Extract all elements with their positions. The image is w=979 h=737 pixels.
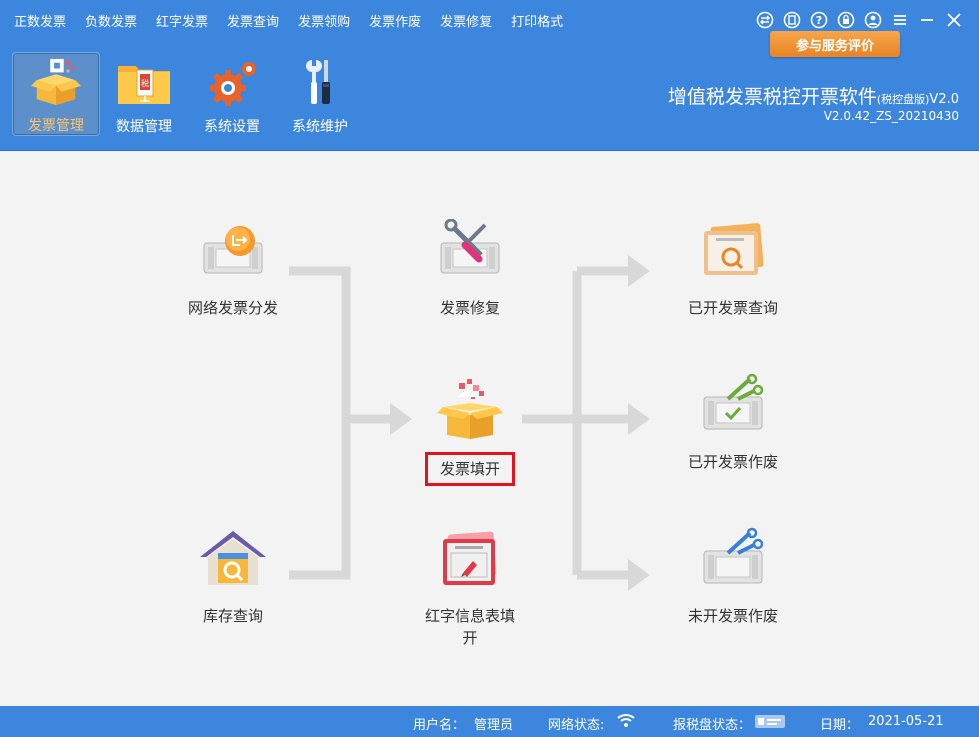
wifi-icon (616, 712, 636, 732)
menu-negative-invoice[interactable]: 负数发票 (85, 11, 137, 30)
menu-bar: 正数发票 负数发票 红字发票 发票查询 发票领购 发票作废 发票修复 打印格式 (0, 0, 582, 40)
node-label: 发票填开 (424, 452, 515, 486)
status-tax-disk-label: 报税盘状态： (673, 718, 752, 733)
switch-icon[interactable] (754, 9, 776, 31)
node-issued-invoice-void[interactable]: 已开发票作废 (663, 373, 803, 473)
app-title: 增值税发票税控开票软件(税控盘版)V2.0 (668, 82, 959, 109)
tool-system-maintenance[interactable]: 系统维护 (276, 52, 364, 136)
status-bar: 用户名： 管理员 网络状态: 报税盘状态： 日期： 2021-05-21 (0, 706, 979, 737)
node-red-info-form[interactable]: 红字信息表填开 (400, 527, 540, 649)
arrow-head-top (628, 255, 650, 287)
tool-data-management[interactable]: 税 数据管理 (100, 52, 188, 136)
tax-disk-icon (754, 712, 786, 734)
warehouse-search-icon (200, 531, 266, 585)
gears-icon (210, 62, 256, 106)
window-controls: ? (749, 9, 965, 31)
node-invoice-repair[interactable]: 发票修复 (400, 219, 540, 319)
status-user-value: 管理员 (474, 718, 514, 733)
invoice-box-icon (31, 58, 81, 106)
tool-label: 发票管理 (28, 118, 84, 134)
node-label: 未开发票作废 (687, 607, 778, 625)
svg-text:?: ? (816, 14, 822, 27)
help-icon[interactable]: ? (808, 9, 830, 31)
node-label: 网络发票分发 (187, 299, 278, 317)
app-version: V2.0.42_ZS_20210430 (823, 109, 959, 123)
menu-invoice-void[interactable]: 发票作废 (369, 11, 421, 30)
tool-label: 系统设置 (204, 119, 260, 135)
red-form-icon (443, 531, 497, 585)
data-folder-icon: 税 (118, 66, 170, 104)
node-invoice-fill[interactable]: 发票填开 (400, 377, 540, 486)
node-inventory-query[interactable]: 库存查询 (163, 527, 303, 627)
tools-icon (306, 60, 330, 104)
app-title-main: 增值税发票税控开票软件 (667, 86, 877, 108)
arrow-head-middle (628, 403, 650, 435)
app-title-edition: (税控盘版) (876, 93, 930, 106)
app-title-suffix: V2.0 (929, 92, 959, 107)
user-icon[interactable] (862, 9, 884, 31)
node-label: 发票修复 (439, 299, 500, 317)
menu-invoice-purchase[interactable]: 发票领购 (298, 11, 350, 30)
node-unissued-invoice-void[interactable]: 未开发票作废 (663, 527, 803, 627)
invoice-scissors-blue-icon (703, 527, 764, 584)
menu-icon[interactable] (889, 9, 911, 31)
node-issued-invoice-query[interactable]: 已开发票查询 (663, 219, 803, 319)
svg-text:税: 税 (141, 78, 149, 88)
header: 正数发票 负数发票 红字发票 发票查询 发票领购 发票作废 发票修复 打印格式 … (0, 0, 979, 151)
node-label: 已开发票作废 (687, 453, 778, 471)
status-network-label: 网络状态: (548, 718, 605, 733)
network-dispatch-icon (203, 226, 263, 274)
invoice-box-icon (437, 379, 503, 439)
status-date-label: 日期： (820, 718, 860, 733)
close-icon[interactable] (943, 9, 965, 31)
menu-print-format[interactable]: 打印格式 (511, 11, 563, 30)
menu-red-invoice[interactable]: 红字发票 (156, 11, 208, 30)
menu-positive-invoice[interactable]: 正数发票 (14, 11, 66, 30)
node-label: 已开发票查询 (687, 299, 778, 317)
status-date-value: 2021-05-21 (868, 714, 944, 729)
tool-label: 系统维护 (292, 119, 348, 135)
toolbar: 发票管理 税 数据管理 系统设置 系统维护 (12, 52, 364, 136)
tool-system-settings[interactable]: 系统设置 (188, 52, 276, 136)
tool-label: 数据管理 (116, 119, 172, 135)
invoice-search-icon (704, 223, 764, 275)
right-branch-lines (577, 266, 630, 580)
minimize-icon[interactable] (916, 9, 938, 31)
node-label: 库存查询 (202, 607, 263, 625)
node-label: 红字信息表填开 (424, 607, 515, 647)
copy-icon[interactable] (781, 9, 803, 31)
tool-invoice-management[interactable]: 发票管理 (12, 52, 100, 136)
node-network-invoice-dispatch[interactable]: 网络发票分发 (163, 219, 303, 319)
invoice-scissors-green-icon (703, 373, 764, 430)
service-feedback-button[interactable]: 参与服务评价 (770, 31, 900, 57)
menu-invoice-query[interactable]: 发票查询 (227, 11, 279, 30)
lock-icon[interactable] (835, 9, 857, 31)
repair-tools-icon (440, 219, 500, 274)
status-user-label: 用户名： (413, 718, 466, 733)
invoice-flow-panel: 网络发票分发 发票修复 发票填开 红字信息表填开 库存查询 已开发票查询 已开发… (0, 151, 979, 706)
menu-invoice-repair[interactable]: 发票修复 (440, 11, 492, 30)
arrow-head-bottom (628, 559, 650, 591)
